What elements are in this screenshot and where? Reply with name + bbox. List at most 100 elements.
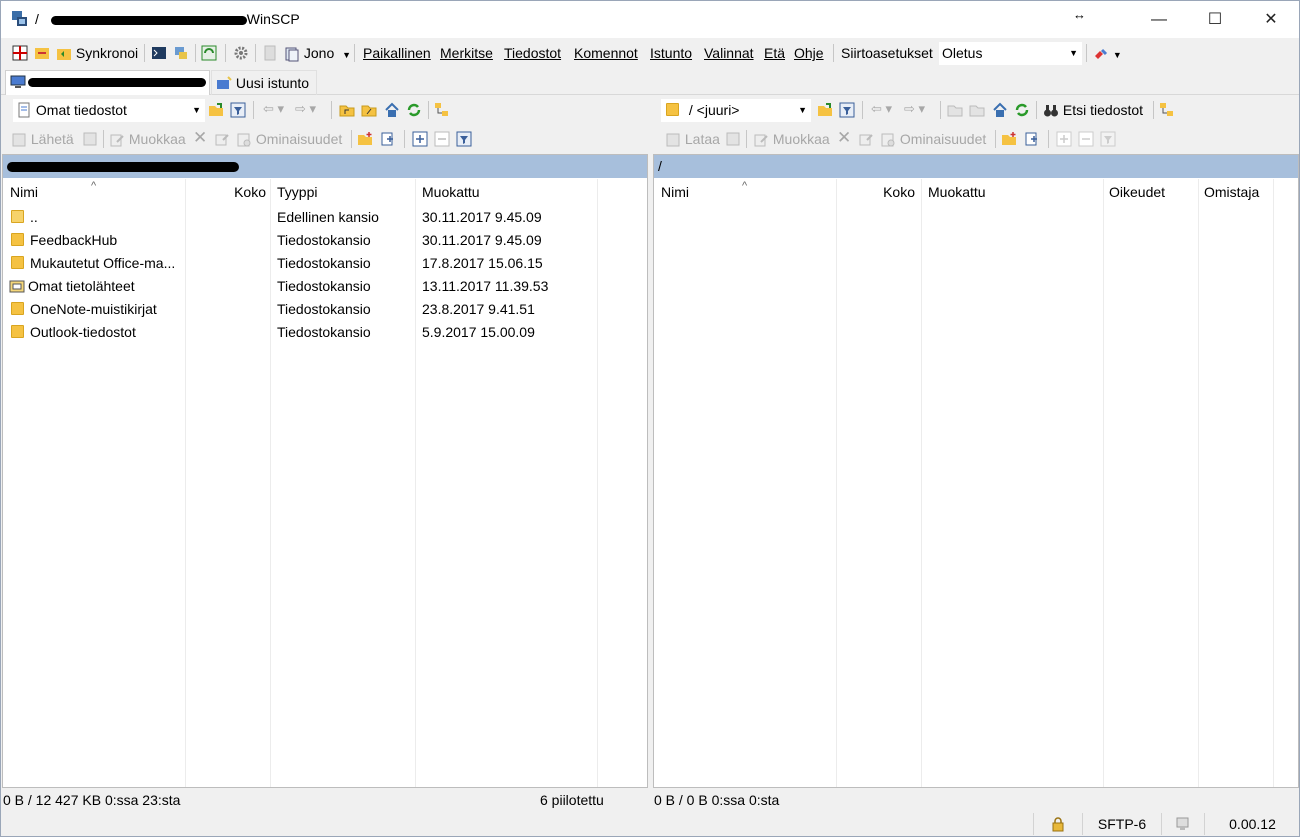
- compare-directories-icon[interactable]: [12, 45, 28, 61]
- local-hidden-count[interactable]: 6 piilotettu: [540, 788, 604, 812]
- console-icon[interactable]: [151, 45, 167, 61]
- remote-path-bar[interactable]: /: [654, 155, 1298, 178]
- remote-properties-label: Ominaisuudet: [899, 131, 987, 147]
- new-folder-icon[interactable]: [357, 131, 373, 147]
- file-row-parent[interactable]: .. Edellinen kansio 30.11.2017 9.45.09: [3, 206, 647, 229]
- local-status-text: 0 B / 12 427 KB 0:ssa 23:sta: [3, 792, 181, 808]
- edit-button[interactable]: Muokkaa: [109, 125, 186, 153]
- protocol-indicator[interactable]: SFTP-6: [1082, 813, 1161, 835]
- parent-directory-icon[interactable]: [339, 102, 355, 118]
- file-row[interactable]: FeedbackHub Tiedostokansio 30.11.2017 9.…: [3, 229, 647, 252]
- filter-icon[interactable]: [839, 102, 855, 118]
- filter-select-icon[interactable]: [456, 131, 472, 147]
- menu-commands[interactable]: Komennot: [574, 39, 638, 67]
- file-name: ..: [30, 209, 38, 225]
- upload-button[interactable]: Lähetä: [11, 125, 74, 153]
- tree-view-icon[interactable]: [1159, 102, 1175, 118]
- disconnect-button[interactable]: ▼: [1093, 39, 1122, 67]
- resize-indicator-icon: ↔: [1073, 7, 1086, 22]
- menu-mark[interactable]: Merkitse: [440, 39, 493, 67]
- properties-button[interactable]: Ominaisuudet: [236, 125, 342, 153]
- chevron-down-icon: ▼: [192, 105, 201, 115]
- remote-edit-button[interactable]: Muokkaa: [753, 125, 830, 153]
- file-type: Tiedostokansio: [277, 255, 371, 271]
- separator: [428, 101, 429, 119]
- tree-view-icon[interactable]: [434, 102, 450, 118]
- close-icon: ✕: [1264, 11, 1278, 28]
- file-name-cell: ..: [11, 206, 183, 229]
- filter-icon[interactable]: [230, 102, 246, 118]
- sort-ascending-icon: ^: [91, 180, 97, 192]
- menu-remote[interactable]: Etä: [764, 39, 785, 67]
- column-header-owner[interactable]: Omistaja: [1204, 179, 1274, 205]
- menu-options[interactable]: Valinnat: [704, 39, 754, 67]
- title-bar[interactable]: / WinSCP ↔ — ☐ ✕: [1, 1, 1299, 38]
- documents-icon: [18, 102, 30, 118]
- synchronize-browsing-icon[interactable]: [34, 45, 50, 61]
- local-location-value: Omat tiedostot: [35, 102, 127, 118]
- new-session-icon: [217, 76, 232, 90]
- upload-options-icon: [83, 132, 97, 146]
- transfer-settings-select[interactable]: Oletus ▼: [939, 42, 1082, 65]
- menu-help[interactable]: Ohje: [794, 39, 824, 67]
- column-header-permissions[interactable]: Oikeudet: [1109, 179, 1199, 205]
- new-folder-icon[interactable]: [1001, 131, 1017, 147]
- menu-local[interactable]: Paikallinen: [363, 39, 431, 67]
- refresh-icon[interactable]: [1014, 102, 1030, 118]
- local-file-panel[interactable]: Nimi ^ Koko Tyyppi Muokattu .. Edellinen…: [2, 154, 648, 788]
- forward-arrow-icon: ⇨ ▾: [904, 101, 926, 116]
- menu-files[interactable]: Tiedostot: [504, 39, 561, 67]
- refresh-icon[interactable]: [406, 102, 422, 118]
- column-header-modified[interactable]: Muokattu: [928, 179, 1103, 205]
- column-divider: [1273, 179, 1274, 787]
- queue-button[interactable]: Jono ▼: [284, 39, 351, 67]
- download-button[interactable]: Lataa: [665, 125, 720, 153]
- new-file-icon[interactable]: [380, 131, 396, 147]
- remote-properties-button[interactable]: Ominaisuudet: [880, 125, 986, 153]
- properties-icon: [237, 133, 251, 147]
- home-icon[interactable]: [992, 102, 1008, 118]
- column-header-name[interactable]: Nimi ^: [10, 179, 185, 205]
- file-row[interactable]: Outlook-tiedostot Tiedostokansio 5.9.201…: [3, 321, 647, 344]
- compression-indicator[interactable]: [1161, 813, 1204, 835]
- select-plus-icon[interactable]: [412, 131, 428, 147]
- minimize-button[interactable]: —: [1131, 1, 1187, 38]
- synchronize-button[interactable]: Synkronoi: [56, 39, 138, 67]
- tab-active-session[interactable]: [5, 70, 210, 95]
- remote-file-panel[interactable]: / Nimi ^ Koko Muokattu Oikeudet Omistaja: [653, 154, 1299, 788]
- encryption-lock-icon[interactable]: [1033, 813, 1082, 835]
- maximize-button[interactable]: ☐: [1187, 1, 1243, 38]
- column-header-name[interactable]: Nimi ^: [661, 179, 836, 205]
- delete-icon: ✕: [193, 128, 208, 147]
- find-files-button[interactable]: Etsi tiedostot: [1043, 96, 1143, 124]
- home-icon[interactable]: [384, 102, 400, 118]
- root-directory-icon[interactable]: [361, 102, 377, 118]
- column-divider: [1103, 179, 1104, 787]
- column-header-size[interactable]: Koko: [186, 179, 266, 205]
- column-header-size[interactable]: Koko: [837, 179, 915, 205]
- new-file-icon[interactable]: [1024, 131, 1040, 147]
- file-row[interactable]: Omat tietolähteet Tiedostokansio 13.11.2…: [3, 275, 647, 298]
- separator: [940, 101, 941, 119]
- close-button[interactable]: ✕: [1243, 1, 1299, 38]
- tab-new-session[interactable]: Uusi istunto: [211, 70, 317, 95]
- local-location-select[interactable]: Omat tiedostot ▼: [13, 99, 205, 122]
- open-folder-icon[interactable]: [208, 102, 224, 118]
- remote-location-select[interactable]: / <juuri> ▼: [661, 99, 811, 122]
- file-modified: 17.8.2017 15.06.15: [422, 255, 543, 271]
- file-row[interactable]: OneNote-muistikirjat Tiedostokansio 23.8…: [3, 298, 647, 321]
- file-modified: 30.11.2017 9.45.09: [422, 232, 542, 248]
- putty-icon[interactable]: [173, 45, 189, 61]
- separator: [746, 130, 747, 148]
- column-header-modified[interactable]: Muokattu: [422, 179, 597, 205]
- panel-splitter[interactable]: [648, 154, 652, 786]
- local-path-bar[interactable]: [3, 155, 647, 178]
- column-header-type[interactable]: Tyyppi: [277, 179, 415, 205]
- file-row[interactable]: Mukautetut Office-ma... Tiedostokansio 1…: [3, 252, 647, 275]
- title-prefix: /: [35, 11, 39, 27]
- select-minus-icon[interactable]: [434, 131, 450, 147]
- refresh-icon[interactable]: [201, 45, 217, 61]
- menu-session[interactable]: Istunto: [650, 39, 692, 67]
- open-folder-icon[interactable]: [817, 102, 833, 118]
- preferences-gear-icon[interactable]: [233, 45, 249, 61]
